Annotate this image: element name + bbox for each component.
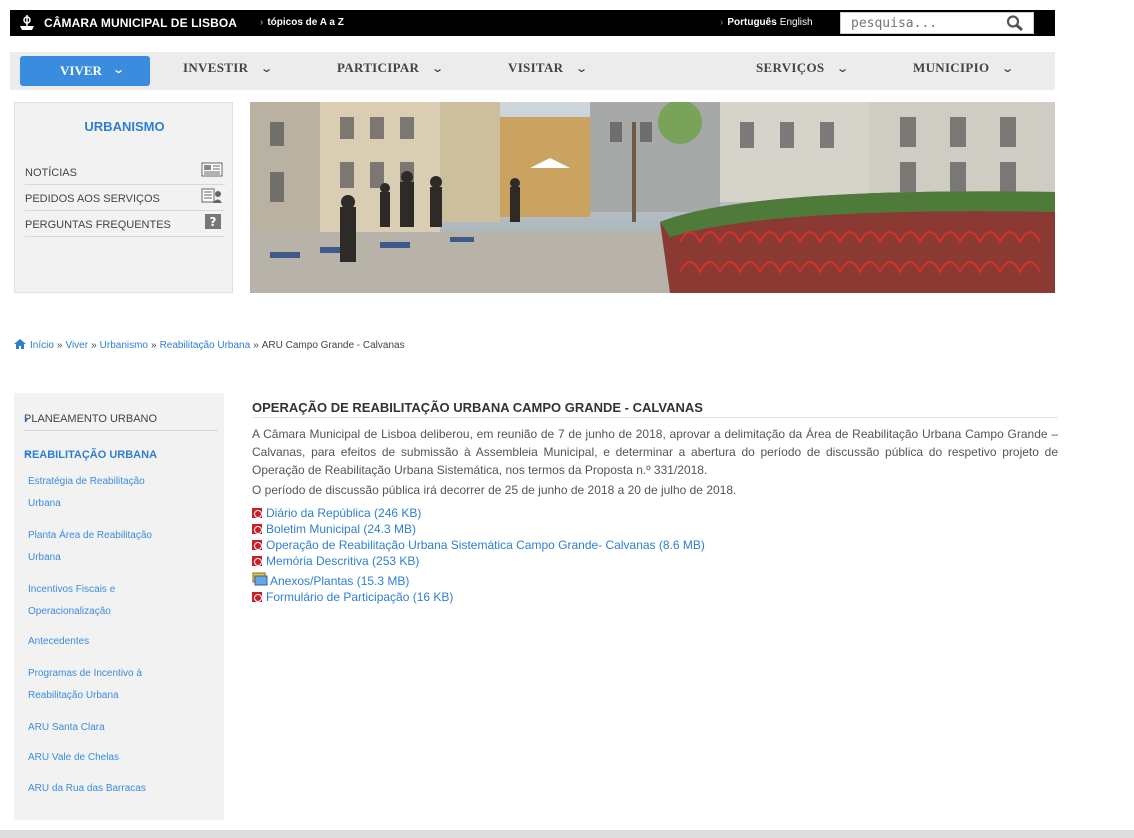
pdf-icon — [252, 540, 262, 550]
urbanismo-item-pedidos[interactable]: PEDIDOS AOS SERVIÇOS — [25, 185, 225, 211]
search-icon[interactable] — [1005, 14, 1025, 32]
chevron-down-icon: ⌄ — [112, 63, 126, 76]
home-icon[interactable] — [14, 339, 26, 349]
top-bar-inner: CÂMARA MUNICIPAL DE LISBOA › tópicos de A… — [10, 10, 1055, 36]
pdf-icon — [252, 508, 262, 518]
urbanismo-item-perguntas[interactable]: PERGUNTAS FREQUENTES ? — [25, 211, 225, 237]
breadcrumb-inicio[interactable]: Início — [30, 340, 54, 351]
document-label: Formulário de Participação (16 KB) — [266, 590, 454, 604]
document-label: Diário da República (246 KB) — [266, 506, 422, 520]
breadcrumb-separator: » — [253, 340, 259, 351]
nav-label: PARTICIPAR — [337, 60, 420, 75]
document-link[interactable]: Formulário de Participação (16 KB) — [252, 590, 453, 604]
sidebar-subitem-planta[interactable]: Planta Área de Reabilitação Urbana — [28, 525, 178, 569]
nav-label: VISITAR — [508, 60, 564, 75]
sidebar-item-reabilitacao[interactable]: REABILITAÇÃO URBANA ⌄ — [24, 441, 218, 467]
sidebar-subitem-santa-clara[interactable]: ARU Santa Clara — [28, 717, 178, 739]
document-link[interactable]: Boletim Municipal (24.3 MB) — [252, 522, 416, 536]
document-label: Anexos/Plantas (15.3 MB) — [270, 574, 410, 588]
urbanismo-title: URBANISMO — [84, 119, 165, 134]
newspaper-icon — [201, 162, 223, 177]
document-label: Operação de Reabilitação Urbana Sistemát… — [266, 538, 705, 552]
top-bar: CÂMARA MUNICIPAL DE LISBOA › tópicos de A… — [0, 0, 1134, 44]
document-link[interactable]: Anexos/Plantas (15.3 MB) — [252, 572, 409, 588]
topics-label: tópicos de A a Z — [267, 17, 344, 28]
sidebar-subitem-estrategia[interactable]: Estratégia de Reabilitação Urbana — [28, 471, 178, 515]
nav-item-viver[interactable]: VIVER ⌄ — [20, 56, 150, 86]
nav-label: VIVER — [60, 63, 102, 78]
breadcrumb-separator: » — [56, 340, 63, 351]
nav-item-investir[interactable]: INVESTIR ⌄ — [183, 60, 274, 76]
document-label: Boletim Municipal (24.3 MB) — [266, 522, 417, 536]
chevron-down-icon: ⌄ — [575, 62, 589, 75]
lang-pt-link[interactable]: Português — [727, 17, 776, 28]
city-logo-icon[interactable] — [18, 14, 36, 32]
sidebar-subitem-antecedentes[interactable]: Antecedentes — [28, 631, 178, 653]
service-request-icon — [201, 188, 222, 203]
image-archive-icon — [252, 572, 268, 586]
item-label: NOTÍCIAS — [25, 167, 77, 179]
discussion-period-paragraph: O período de discussão pública irá decor… — [252, 483, 737, 497]
document-link[interactable]: Operação de Reabilitação Urbana Sistemát… — [252, 538, 705, 552]
svg-text:?: ? — [210, 215, 217, 229]
breadcrumb-viver[interactable]: Viver — [65, 340, 88, 351]
nav-item-municipio[interactable]: MUNICIPIO ⌄ — [913, 60, 1015, 76]
question-icon: ? — [205, 214, 221, 229]
item-label: PEDIDOS AOS SERVIÇOS — [25, 193, 160, 205]
chevron-down-icon: ⌄ — [836, 62, 850, 75]
chevron-down-icon: ⌄ — [260, 62, 274, 75]
document-link[interactable]: Diário da República (246 KB) — [252, 506, 421, 520]
breadcrumb-separator: » — [151, 340, 157, 351]
nav-label: MUNICIPIO — [913, 60, 990, 75]
sidebar-subitem-incentivos[interactable]: Incentivos Fiscais e Operacionalização — [28, 579, 178, 623]
arrow-right-icon: › — [720, 17, 724, 28]
sidebar-subitem-vale-chelas[interactable]: ARU Vale de Chelas — [28, 747, 178, 769]
main-nav: VIVER ⌄ INVESTIR ⌄ PARTICIPAR ⌄ VISITAR ⌄ S… — [10, 52, 1055, 90]
sidebar-subitem-rua-barracas[interactable]: ARU da Rua das Barracas — [28, 778, 178, 800]
nav-item-visitar[interactable]: VISITAR ⌄ — [508, 60, 589, 76]
chevron-right-icon: › — [24, 411, 29, 426]
chevron-down-icon: ⌄ — [24, 447, 33, 458]
intro-paragraph: A Câmara Municipal de Lisboa deliberou, … — [252, 427, 1058, 477]
nav-item-servicos[interactable]: SERVIÇOS ⌄ — [756, 60, 850, 76]
breadcrumb: Início» Viver» Urbanismo» Reabilitação Urba… — [14, 339, 405, 351]
nav-item-participar[interactable]: PARTICIPAR ⌄ — [337, 60, 445, 76]
sidebar-item-planeamento[interactable]: PLANEAMENTO URBANO › — [24, 405, 218, 431]
breadcrumb-separator: » — [91, 340, 97, 351]
page-title: OPERAÇÃO DE REABILITAÇÃO URBANA CAMPO GR… — [252, 400, 1058, 418]
language-switcher: › Português English — [720, 17, 813, 28]
sidebar: PLANEAMENTO URBANO › REABILITAÇÃO URBANA… — [14, 393, 224, 820]
site-name-link[interactable]: CÂMARA MUNICIPAL DE LISBOA — [44, 16, 237, 30]
chevron-down-icon: ⌄ — [1001, 62, 1015, 75]
search-box — [840, 12, 1034, 34]
search-input[interactable] — [851, 15, 991, 32]
hero-image — [250, 102, 1055, 293]
topics-a-z-link[interactable]: › tópicos de A a Z — [260, 17, 344, 28]
item-label: PERGUNTAS FREQUENTES — [25, 219, 171, 231]
urbanismo-item-noticias[interactable]: NOTÍCIAS — [25, 159, 225, 185]
lang-en-link[interactable]: English — [780, 17, 813, 28]
pdf-icon — [252, 524, 262, 534]
sidebar-subitem-programas[interactable]: Programas de Incentivo à Reabilitação Ur… — [28, 663, 178, 707]
urbanismo-box: URBANISMO NOTÍCIAS PEDIDOS AOS SERVIÇOS … — [14, 102, 233, 293]
pdf-icon — [252, 556, 262, 566]
arrow-right-icon: › — [260, 17, 264, 28]
pdf-icon — [252, 592, 262, 602]
document-link[interactable]: Memória Descritiva (253 KB) — [252, 554, 419, 568]
nav-label: INVESTIR — [183, 60, 249, 75]
chevron-down-icon: ⌄ — [431, 62, 445, 75]
breadcrumb-current: ARU Campo Grande - Calvanas — [261, 340, 405, 351]
nav-label: SERVIÇOS — [756, 60, 825, 75]
bottom-bar — [0, 830, 1134, 838]
breadcrumb-reabilitacao[interactable]: Reabilitação Urbana — [160, 340, 251, 351]
breadcrumb-urbanismo[interactable]: Urbanismo — [100, 340, 148, 351]
document-label: Memória Descritiva (253 KB) — [266, 554, 420, 568]
